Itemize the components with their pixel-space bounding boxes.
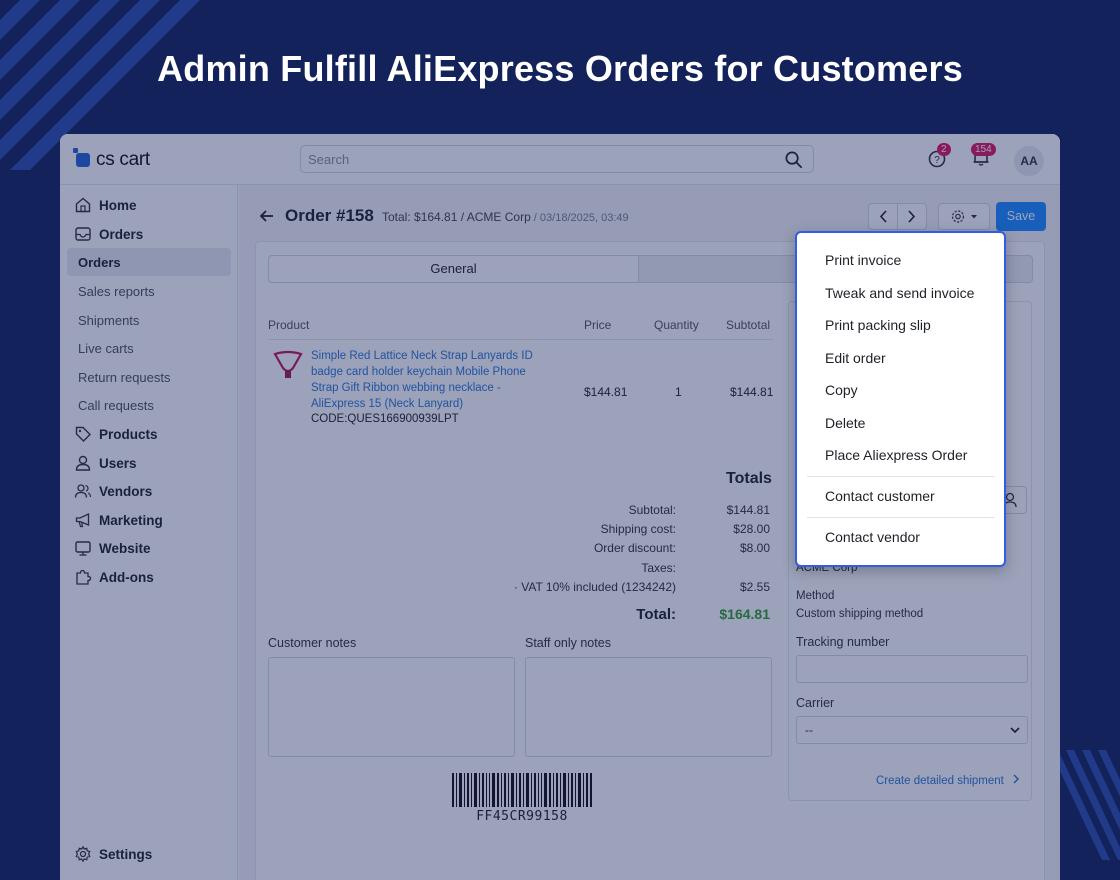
menu-divider	[807, 476, 995, 477]
menu-item-tweak-send-invoice[interactable]: Tweak and send invoice	[825, 285, 974, 301]
menu-item-place-aliexpress-order[interactable]: Place Aliexpress Order	[825, 447, 967, 463]
menu-item-edit-order[interactable]: Edit order	[825, 350, 886, 366]
menu-divider	[807, 517, 995, 518]
actions-dropdown-menu: Print invoice Tweak and send invoice Pri…	[795, 231, 1006, 567]
menu-item-print-packing-slip[interactable]: Print packing slip	[825, 317, 931, 333]
menu-item-contact-customer[interactable]: Contact customer	[825, 488, 935, 504]
menu-item-delete[interactable]: Delete	[825, 415, 865, 431]
menu-item-contact-vendor[interactable]: Contact vendor	[825, 529, 920, 545]
decorative-stripes-bottom-right	[1050, 750, 1120, 860]
menu-item-print-invoice[interactable]: Print invoice	[825, 252, 901, 268]
menu-item-copy[interactable]: Copy	[825, 382, 858, 398]
banner-title: Admin Fulfill AliExpress Orders for Cust…	[157, 48, 963, 89]
